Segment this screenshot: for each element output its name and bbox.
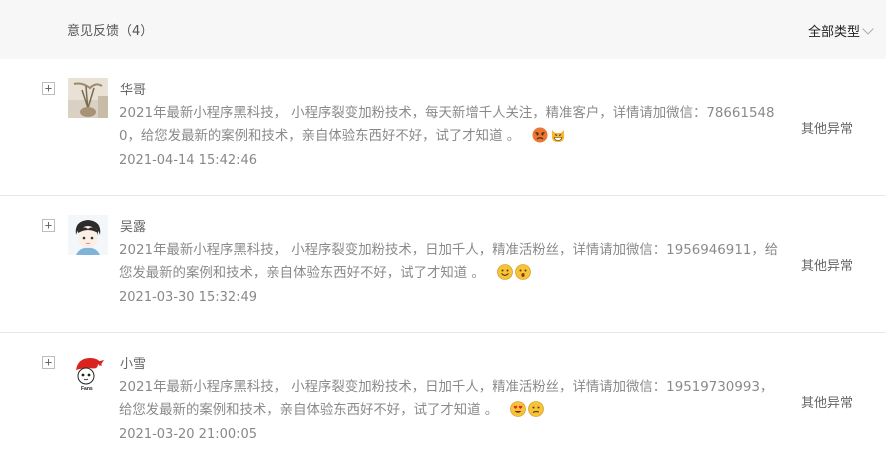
surprised-face-emoji <box>515 264 531 280</box>
feedback-item: + Fans 小雪 2021年最新小程序黑科技， 小程序裂变加粉技术，日加千人，… <box>0 333 886 469</box>
feedback-type: 其他异常 <box>801 396 854 411</box>
user-name: 小雪 <box>120 357 147 372</box>
type-filter-label: 全部类型 <box>807 25 860 40</box>
feedback-content: 2021年最新小程序黑科技， 小程序裂变加粉技术，日加千人，精准活粉丝，详情请加… <box>119 376 784 422</box>
confused-face-emoji <box>528 401 545 417</box>
expand-button[interactable]: + <box>42 219 55 232</box>
feedback-type: 其他异常 <box>801 259 854 274</box>
feedback-item: + 吴露 2021年最新小程序黑科技， 小程序裂变加粉技术，日加千人，精准活粉丝… <box>0 196 886 333</box>
feedback-type: 其他异常 <box>801 122 854 137</box>
svg-text:Fans: Fans <box>81 386 93 392</box>
feedback-time: 2021-04-14 15:42:46 <box>119 153 258 168</box>
slight-smile-emoji <box>497 264 513 280</box>
angry-face-emoji <box>532 127 548 143</box>
avatar[interactable] <box>68 78 108 118</box>
feedback-text: 2021年最新小程序黑科技， 小程序裂变加粉技术，日加千人，精准活粉丝，详情请加… <box>119 380 774 418</box>
heart-eyes-emoji <box>510 401 527 417</box>
avatar[interactable] <box>68 215 108 255</box>
feedback-content: 2021年最新小程序黑科技， 小程序裂变加粉技术，日加千人，精准活粉丝，详情请加… <box>119 239 784 285</box>
type-filter-dropdown[interactable]: 全部类型 <box>807 21 874 40</box>
avatar[interactable]: Fans <box>68 352 108 392</box>
feedback-item: + 华哥 2021年最新小程序黑科技， 小程序裂变加粉技术，每天新增千人关注，精… <box>0 59 886 196</box>
feedback-text: 2021年最新小程序黑科技， 小程序裂变加粉技术，日加千人，精准活粉丝，详情请加… <box>119 243 779 281</box>
user-name: 吴露 <box>120 220 147 235</box>
feedback-header: 意见反馈（4） 全部类型 <box>0 0 886 59</box>
page-title: 意见反馈（4） <box>67 24 154 39</box>
grinning-cat-emoji <box>552 130 565 142</box>
feedback-content: 2021年最新小程序黑科技， 小程序裂变加粉技术，每天新增千人关注，精准客户，详… <box>119 102 784 148</box>
feedback-time: 2021-03-20 21:00:05 <box>119 427 258 442</box>
expand-button[interactable]: + <box>42 82 55 95</box>
user-name: 华哥 <box>120 83 147 98</box>
feedback-time: 2021-03-30 15:32:49 <box>119 290 258 305</box>
expand-button[interactable]: + <box>42 356 55 369</box>
feedback-text: 2021年最新小程序黑科技， 小程序裂变加粉技术，每天新增千人关注，精准客户，详… <box>119 106 775 144</box>
chevron-down-icon <box>862 22 874 35</box>
